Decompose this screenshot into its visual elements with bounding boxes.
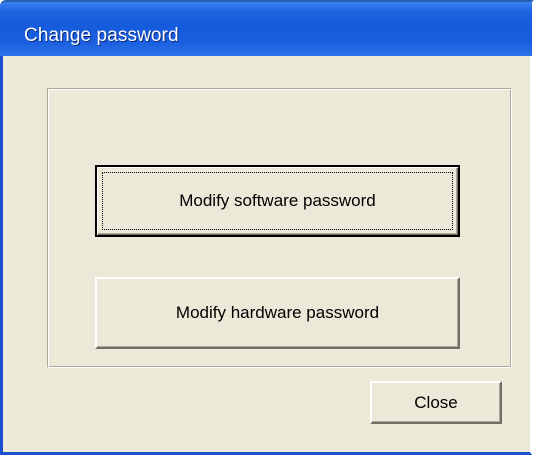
close-button-label: Close xyxy=(414,392,458,412)
modify-software-password-label: Modify software password xyxy=(179,191,376,210)
password-options-group: Modify software password Modify hardware… xyxy=(47,88,512,368)
title-bar[interactable]: Change password xyxy=(0,0,534,56)
close-button[interactable]: Close xyxy=(370,381,502,424)
modify-hardware-password-button[interactable]: Modify hardware password xyxy=(95,277,460,349)
modify-software-password-button[interactable]: Modify software password xyxy=(95,165,460,237)
modify-hardware-password-label: Modify hardware password xyxy=(175,303,380,322)
change-password-dialog: Change password Modify software password… xyxy=(0,0,534,455)
window-title: Change password xyxy=(24,25,179,46)
dialog-body: Modify software password Modify hardware… xyxy=(0,56,532,455)
